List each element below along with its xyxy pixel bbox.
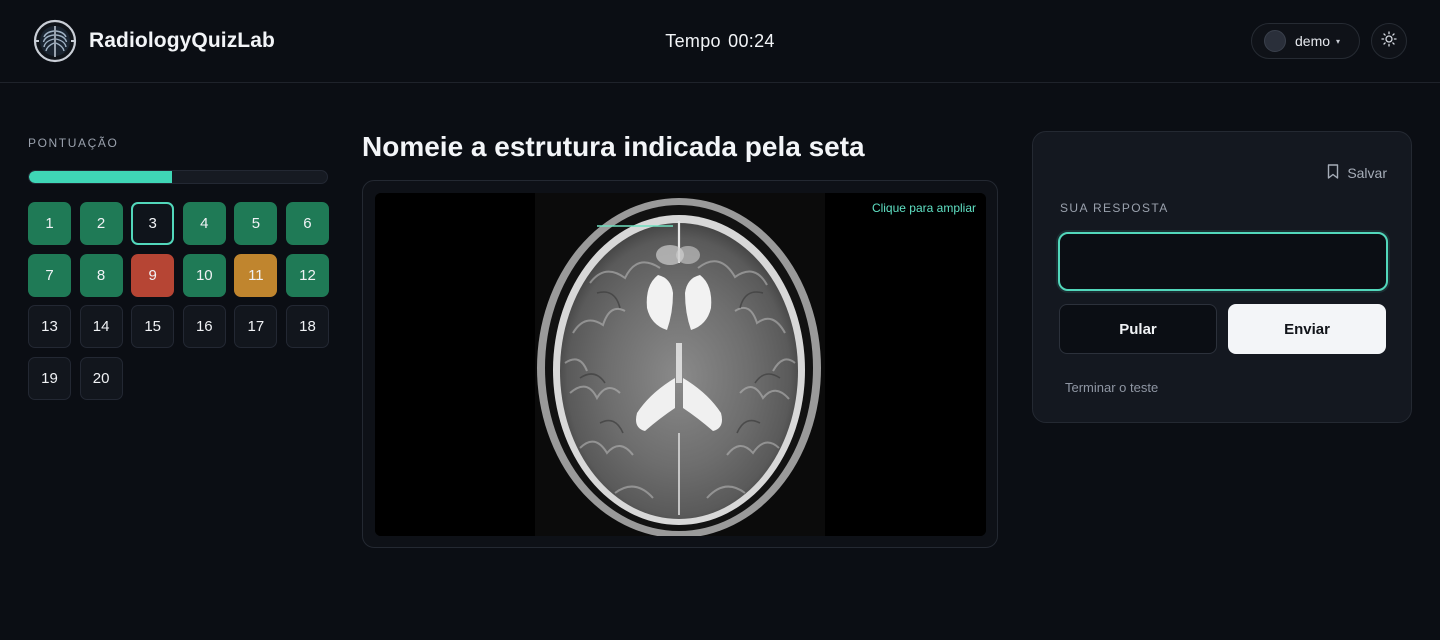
finish-test-link[interactable]: Terminar o teste xyxy=(1065,380,1158,395)
question-cell-5[interactable]: 5 xyxy=(234,202,278,245)
answer-card: Salvar SUA RESPOSTA Pular Enviar Termina… xyxy=(1032,131,1412,423)
image-card: Clique para ampliar xyxy=(362,180,998,548)
bookmark-icon xyxy=(1327,164,1339,182)
avatar xyxy=(1264,30,1286,52)
question-cell-4[interactable]: 4 xyxy=(182,202,226,245)
question-cell-1[interactable]: 1 xyxy=(28,202,71,245)
question-cell-8[interactable]: 8 xyxy=(79,253,123,297)
question-cell-16[interactable]: 16 xyxy=(182,305,226,349)
timer-label: Tempo xyxy=(665,31,721,51)
question-cell-15[interactable]: 15 xyxy=(131,305,175,349)
question-grid: 1 2 3 4 5 6 7 8 9 10 11 12 13 14 15 16 17 18 19 20 xyxy=(28,202,330,400)
question-cell-6[interactable]: 6 xyxy=(285,202,329,245)
question-cell-14[interactable]: 14 xyxy=(79,305,123,349)
zoom-hint[interactable]: Clique para ampliar xyxy=(872,201,976,215)
question-title: Nomeie a estrutura indicada pela seta xyxy=(362,131,865,162)
question-cell-11[interactable]: 11 xyxy=(234,253,278,297)
score-label: PONTUAÇÃO xyxy=(28,136,119,150)
submit-button[interactable]: Enviar xyxy=(1228,304,1386,354)
question-cell-20[interactable]: 20 xyxy=(79,356,123,400)
mri-image[interactable]: Clique para ampliar xyxy=(375,193,986,536)
question-cell-2[interactable]: 2 xyxy=(79,202,123,245)
theme-toggle-button[interactable] xyxy=(1371,23,1407,59)
question-cell-9[interactable]: 9 xyxy=(131,253,175,297)
question-cell-17[interactable]: 17 xyxy=(234,305,278,349)
timer-value: 00:24 xyxy=(728,31,775,51)
chevron-down-icon: ▾ xyxy=(1336,36,1341,46)
sun-icon xyxy=(1381,30,1397,52)
question-cell-18[interactable]: 18 xyxy=(285,305,329,349)
question-cell-10[interactable]: 10 xyxy=(182,253,226,297)
top-bar: RadiologyQuizLab Tempo 00:24 demo ▾ xyxy=(0,0,1440,83)
question-cell-3[interactable]: 3 xyxy=(131,202,175,245)
save-label: Salvar xyxy=(1347,165,1387,181)
question-cell-13[interactable]: 13 xyxy=(28,305,71,349)
score-progress-bar xyxy=(28,170,328,184)
question-cell-12[interactable]: 12 xyxy=(285,253,329,297)
answer-label: SUA RESPOSTA xyxy=(1060,201,1169,215)
user-menu-button[interactable]: demo ▾ xyxy=(1251,23,1360,59)
question-cell-19[interactable]: 19 xyxy=(28,356,71,400)
user-name: demo xyxy=(1295,33,1331,49)
question-cell-7[interactable]: 7 xyxy=(28,253,71,297)
skip-button[interactable]: Pular xyxy=(1059,304,1217,354)
save-button[interactable]: Salvar xyxy=(1327,164,1387,182)
timer: Tempo 00:24 xyxy=(0,31,1440,52)
answer-input[interactable] xyxy=(1058,232,1388,291)
score-progress-fill xyxy=(29,171,173,183)
